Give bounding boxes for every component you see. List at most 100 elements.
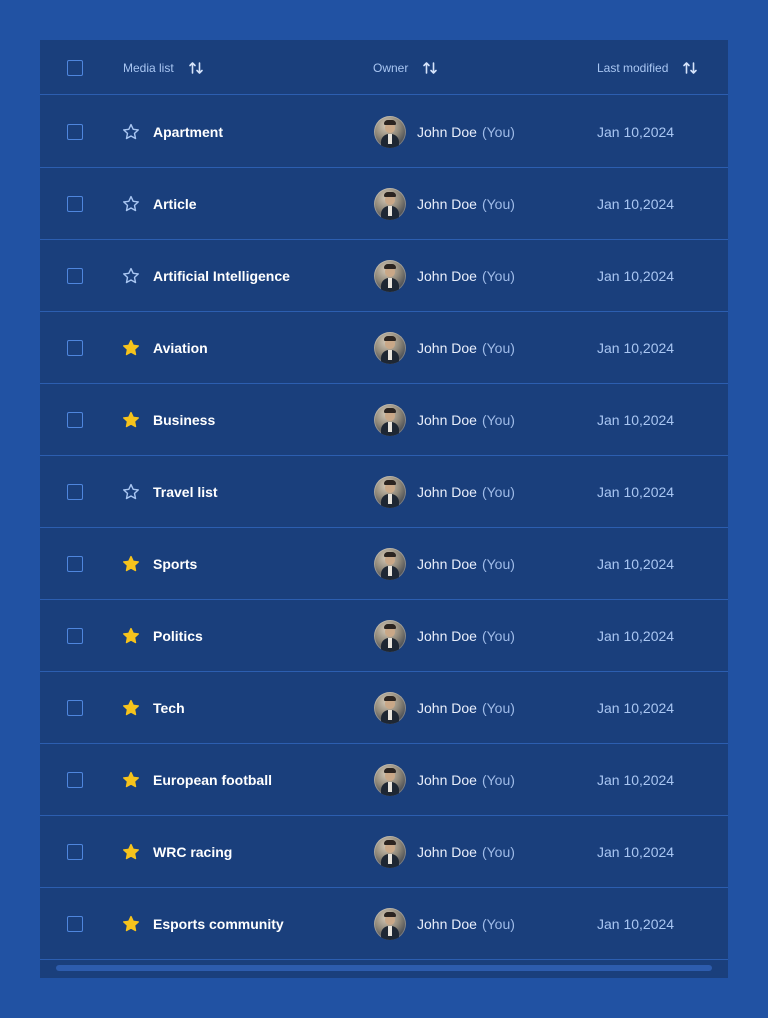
- avatar: [374, 332, 406, 364]
- row-checkbox[interactable]: [67, 196, 83, 212]
- owner-cell: John Doe (You): [417, 312, 515, 383]
- star-filled-icon[interactable]: [122, 771, 140, 789]
- media-list-name[interactable]: Esports community: [153, 888, 284, 959]
- star-filled-icon[interactable]: [122, 843, 140, 861]
- table-header: Media list Owner Last modified: [40, 40, 728, 95]
- row-checkbox[interactable]: [67, 628, 83, 644]
- table-row[interactable]: Business John Doe (You) Jan 10,2024: [40, 384, 728, 456]
- owner-you-tag: (You): [481, 555, 515, 572]
- owner-you-tag: (You): [481, 195, 515, 212]
- avatar: [374, 260, 406, 292]
- media-list-name[interactable]: Business: [153, 384, 215, 455]
- owner-header-label: Owner: [373, 60, 409, 75]
- last-modified-date: Jan 10,2024: [597, 339, 675, 356]
- media-list-name[interactable]: European football: [153, 744, 272, 815]
- owner-name: John Doe: [417, 411, 477, 428]
- owner-cell: John Doe (You): [417, 816, 515, 887]
- media-list-name[interactable]: Travel list: [153, 456, 218, 527]
- owner-you-tag: (You): [481, 123, 515, 140]
- star-outline-icon[interactable]: [122, 195, 140, 213]
- owner-cell: John Doe (You): [417, 168, 515, 239]
- star-filled-icon[interactable]: [122, 339, 140, 357]
- row-checkbox[interactable]: [67, 412, 83, 428]
- last-modified-column-header[interactable]: Last modified: [597, 40, 698, 95]
- star-filled-icon[interactable]: [122, 915, 140, 933]
- row-checkbox[interactable]: [67, 700, 83, 716]
- owner-cell: John Doe (You): [417, 672, 515, 743]
- table-row[interactable]: Tech John Doe (You) Jan 10,2024: [40, 672, 728, 744]
- media-list-name[interactable]: Tech: [153, 672, 185, 743]
- last-modified-date: Jan 10,2024: [597, 915, 675, 932]
- owner-name: John Doe: [417, 843, 477, 860]
- last-modified-date: Jan 10,2024: [597, 699, 675, 716]
- table-row[interactable]: WRC racing John Doe (You) Jan 10,2024: [40, 816, 728, 888]
- owner-you-tag: (You): [481, 699, 515, 716]
- row-checkbox[interactable]: [67, 268, 83, 284]
- row-checkbox[interactable]: [67, 772, 83, 788]
- avatar: [374, 116, 406, 148]
- owner-cell: John Doe (You): [417, 456, 515, 527]
- media-list-header-label: Media list: [123, 60, 174, 75]
- media-list-name[interactable]: Aviation: [153, 312, 208, 383]
- sort-arrows-icon[interactable]: [682, 60, 698, 76]
- owner-you-tag: (You): [481, 339, 515, 356]
- media-list-column-header[interactable]: Media list: [123, 40, 204, 95]
- row-checkbox[interactable]: [67, 484, 83, 500]
- owner-you-tag: (You): [481, 627, 515, 644]
- row-checkbox[interactable]: [67, 844, 83, 860]
- table-row[interactable]: Politics John Doe (You) Jan 10,2024: [40, 600, 728, 672]
- avatar: [374, 836, 406, 868]
- owner-column-header[interactable]: Owner: [373, 40, 438, 95]
- select-all-checkbox[interactable]: [67, 60, 83, 76]
- star-filled-icon[interactable]: [122, 699, 140, 717]
- owner-you-tag: (You): [481, 483, 515, 500]
- owner-name: John Doe: [417, 555, 477, 572]
- row-checkbox[interactable]: [67, 124, 83, 140]
- row-checkbox[interactable]: [67, 340, 83, 356]
- table-row[interactable]: Artificial Intelligence John Doe (You) Jan …: [40, 240, 728, 312]
- row-checkbox[interactable]: [67, 916, 83, 932]
- owner-you-tag: (You): [481, 843, 515, 860]
- owner-cell: John Doe (You): [417, 744, 515, 815]
- last-modified-header-label: Last modified: [597, 60, 669, 75]
- last-modified-date: Jan 10,2024: [597, 483, 675, 500]
- last-modified-date: Jan 10,2024: [597, 627, 675, 644]
- star-outline-icon[interactable]: [122, 267, 140, 285]
- media-list-name[interactable]: Apartment: [153, 96, 223, 167]
- star-filled-icon[interactable]: [122, 627, 140, 645]
- last-modified-date: Jan 10,2024: [597, 843, 675, 860]
- owner-name: John Doe: [417, 915, 477, 932]
- last-modified-date: Jan 10,2024: [597, 555, 675, 572]
- star-filled-icon[interactable]: [122, 411, 140, 429]
- owner-cell: John Doe (You): [417, 384, 515, 455]
- table-row[interactable]: Travel list John Doe (You) Jan 10,2024: [40, 456, 728, 528]
- media-list-name[interactable]: Article: [153, 168, 197, 239]
- owner-you-tag: (You): [481, 771, 515, 788]
- media-list-name[interactable]: Artificial Intelligence: [153, 240, 290, 311]
- table-row[interactable]: Sports John Doe (You) Jan 10,2024: [40, 528, 728, 600]
- owner-name: John Doe: [417, 267, 477, 284]
- table-row[interactable]: Article John Doe (You) Jan 10,2024: [40, 168, 728, 240]
- sort-arrows-icon[interactable]: [188, 60, 204, 76]
- sort-arrows-icon[interactable]: [422, 60, 438, 76]
- last-modified-date: Jan 10,2024: [597, 411, 675, 428]
- owner-you-tag: (You): [481, 411, 515, 428]
- table-row[interactable]: European football John Doe (You) Jan 10,202…: [40, 744, 728, 816]
- table-row[interactable]: Aviation John Doe (You) Jan 10,2024: [40, 312, 728, 384]
- owner-you-tag: (You): [481, 267, 515, 284]
- star-outline-icon[interactable]: [122, 483, 140, 501]
- star-outline-icon[interactable]: [122, 123, 140, 141]
- avatar: [374, 404, 406, 436]
- owner-cell: John Doe (You): [417, 888, 515, 959]
- table-row[interactable]: Apartment John Doe (You) Jan 10,2024: [40, 96, 728, 168]
- media-list-name[interactable]: WRC racing: [153, 816, 232, 887]
- avatar: [374, 548, 406, 580]
- table-row[interactable]: Esports community John Doe (You) Jan 10,202…: [40, 888, 728, 960]
- media-table: Media list Owner Last modified Apartment…: [40, 40, 728, 978]
- media-list-name[interactable]: Sports: [153, 528, 197, 599]
- media-list-name[interactable]: Politics: [153, 600, 203, 671]
- owner-you-tag: (You): [481, 915, 515, 932]
- star-filled-icon[interactable]: [122, 555, 140, 573]
- horizontal-scrollbar[interactable]: [56, 965, 712, 971]
- row-checkbox[interactable]: [67, 556, 83, 572]
